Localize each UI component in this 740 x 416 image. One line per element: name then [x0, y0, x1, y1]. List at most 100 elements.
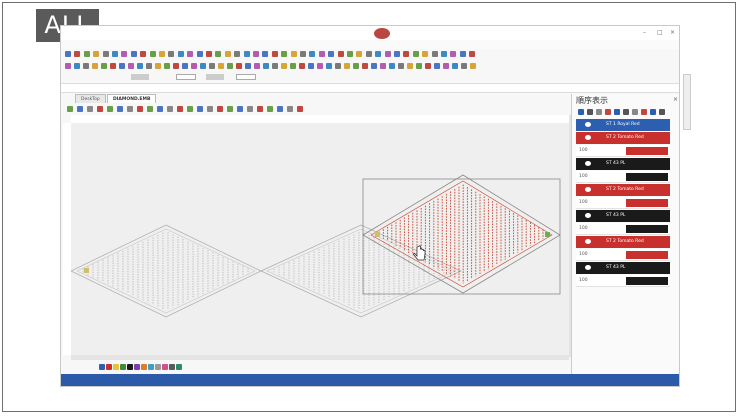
close-window-icon[interactable]: ×: [670, 29, 675, 36]
toolbar-tool-icon[interactable]: [101, 63, 107, 69]
toolbar-tool-icon[interactable]: [459, 51, 466, 57]
toolbar-tool-icon[interactable]: [157, 106, 163, 112]
property-dropdown-1[interactable]: [131, 74, 149, 80]
toolbar-tool-icon[interactable]: [412, 51, 419, 57]
toolbar-tool-icon[interactable]: [74, 63, 80, 69]
tab-diamond-emb[interactable]: DIAMOND.EMB: [107, 94, 157, 103]
toolbar-tool-icon[interactable]: [159, 51, 165, 57]
side-panel-tab[interactable]: [683, 74, 691, 130]
toolbar-tool-icon[interactable]: [168, 51, 175, 57]
visibility-eye-icon[interactable]: [585, 265, 591, 270]
toolbar-tool-icon[interactable]: [308, 63, 314, 69]
toolbar-tool-icon[interactable]: [245, 63, 251, 69]
toolbar-tool-icon[interactable]: [227, 106, 233, 112]
toolbar-tool-icon[interactable]: [326, 63, 332, 69]
toolbar-tool-icon[interactable]: [365, 51, 372, 57]
toolbar-tool-icon[interactable]: [87, 106, 93, 112]
toolbar-tool-icon[interactable]: [337, 51, 344, 57]
toolbar-tool-icon[interactable]: [262, 51, 269, 57]
toolbar-tool-icon[interactable]: [254, 63, 260, 69]
toolbar-tool-icon[interactable]: [117, 106, 123, 112]
toolbar-tool-icon[interactable]: [469, 51, 476, 57]
layer-header[interactable]: ST 2 Tomato Red: [576, 236, 670, 248]
toolbar-tool-icon[interactable]: [93, 51, 100, 57]
toolbar-tool-icon[interactable]: [277, 106, 283, 112]
thread-color-swatch[interactable]: [113, 364, 119, 370]
toolbar-tool-icon[interactable]: [197, 106, 203, 112]
toolbar-tool-icon[interactable]: [65, 51, 71, 57]
toolbar-tool-icon[interactable]: [173, 63, 179, 69]
toolbar-tool-icon[interactable]: [362, 63, 368, 69]
toolbar-tool-icon[interactable]: [137, 106, 143, 112]
toolbar-tool-icon[interactable]: [328, 51, 335, 57]
toolbar-tool-icon[interactable]: [187, 51, 194, 57]
panel-close-icon[interactable]: ×: [673, 96, 678, 103]
thread-color-swatch[interactable]: [127, 364, 133, 370]
toolbar-tool-icon[interactable]: [234, 51, 241, 57]
minimize-icon[interactable]: –: [643, 29, 646, 36]
toolbar-tool-icon[interactable]: [450, 51, 457, 57]
toolbar-tool-icon[interactable]: [236, 63, 242, 69]
toolbar-tool-icon[interactable]: [147, 106, 153, 112]
toolbar-tool-icon[interactable]: [177, 51, 184, 57]
toolbar-tool-icon[interactable]: [300, 51, 306, 57]
toolbar-tool-icon[interactable]: [623, 109, 629, 115]
toolbar-tool-icon[interactable]: [287, 106, 293, 112]
toolbar-tool-icon[interactable]: [107, 106, 113, 112]
toolbar-tool-icon[interactable]: [389, 63, 395, 69]
toolbar-tool-icon[interactable]: [97, 106, 103, 112]
property-dropdown-2[interactable]: [206, 74, 224, 80]
toolbar-tool-icon[interactable]: [77, 106, 83, 112]
toolbar-tool-icon[interactable]: [425, 63, 431, 69]
toolbar-tool-icon[interactable]: [297, 106, 303, 112]
toolbar-tool-icon[interactable]: [128, 63, 134, 69]
toolbar-tool-icon[interactable]: [253, 51, 259, 57]
toolbar-tool-icon[interactable]: [398, 63, 404, 69]
property-field-1[interactable]: [176, 74, 196, 80]
toolbar-tool-icon[interactable]: [207, 106, 213, 112]
toolbar-tool-icon[interactable]: [596, 109, 602, 115]
toolbar-tool-icon[interactable]: [375, 51, 382, 57]
layer-header[interactable]: ST 43 PL: [576, 262, 670, 274]
toolbar-tool-icon[interactable]: [384, 51, 391, 57]
toolbar-tool-icon[interactable]: [422, 51, 429, 57]
layer-detail-row[interactable]: 100: [576, 223, 670, 235]
toolbar-tool-icon[interactable]: [218, 63, 224, 69]
design-canvas[interactable]: [71, 123, 569, 355]
toolbar-tool-icon[interactable]: [102, 51, 109, 57]
toolbar-tool-icon[interactable]: [263, 63, 269, 69]
toolbar-tool-icon[interactable]: [632, 109, 638, 115]
toolbar-tool-icon[interactable]: [452, 63, 458, 69]
toolbar-tool-icon[interactable]: [196, 51, 203, 57]
toolbar-tool-icon[interactable]: [380, 63, 386, 69]
toolbar-tool-icon[interactable]: [257, 106, 263, 112]
thread-color-swatch[interactable]: [120, 364, 126, 370]
toolbar-tool-icon[interactable]: [353, 63, 359, 69]
toolbar-tool-icon[interactable]: [271, 51, 278, 57]
toolbar-tool-icon[interactable]: [290, 51, 297, 57]
thread-color-swatch[interactable]: [134, 364, 140, 370]
stitch-diamond-middle[interactable]: [260, 224, 462, 318]
visibility-eye-icon[interactable]: [585, 122, 591, 127]
layer-detail-row[interactable]: 100: [576, 249, 670, 261]
thread-color-swatch[interactable]: [169, 364, 175, 370]
toolbar-tool-icon[interactable]: [177, 106, 183, 112]
toolbar-tool-icon[interactable]: [281, 51, 288, 57]
toolbar-tool-icon[interactable]: [614, 109, 620, 115]
layer-header[interactable]: ST 43 PL: [576, 158, 670, 170]
toolbar-tool-icon[interactable]: [335, 63, 341, 69]
thread-color-swatch[interactable]: [106, 364, 112, 370]
toolbar-tool-icon[interactable]: [247, 106, 253, 112]
layer-header[interactable]: ST 2 Tomato Red: [576, 132, 670, 144]
visibility-eye-icon[interactable]: [585, 135, 591, 140]
toolbar-tool-icon[interactable]: [209, 63, 215, 69]
toolbar-tool-icon[interactable]: [187, 106, 193, 112]
toolbar-tool-icon[interactable]: [155, 63, 161, 69]
toolbar-tool-icon[interactable]: [443, 63, 449, 69]
thread-color-swatch[interactable]: [176, 364, 182, 370]
toolbar-tool-icon[interactable]: [441, 51, 447, 57]
toolbar-tool-icon[interactable]: [356, 51, 363, 57]
visibility-eye-icon[interactable]: [585, 187, 591, 192]
horizontal-scrollbar[interactable]: [71, 355, 569, 360]
layer-detail-row[interactable]: 100: [576, 145, 670, 157]
